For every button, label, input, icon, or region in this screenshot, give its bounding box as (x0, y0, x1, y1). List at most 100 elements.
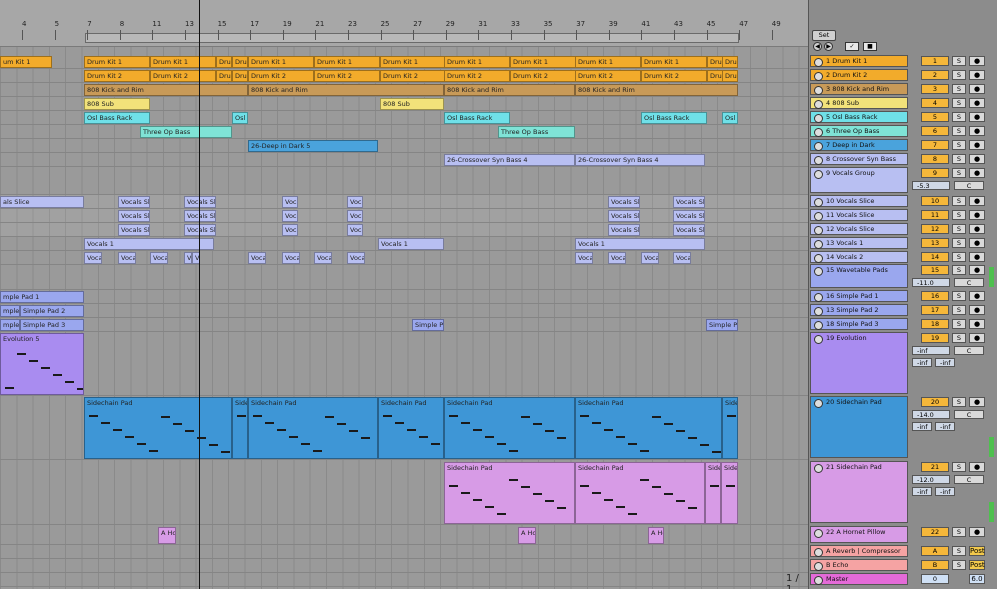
clip[interactable]: Three Op Bass (140, 126, 232, 138)
solo-button[interactable]: S (952, 319, 966, 329)
clip[interactable]: Dru (722, 56, 738, 68)
clip[interactable]: Vocals Sli (673, 210, 705, 222)
solo-button[interactable]: S (952, 84, 966, 94)
clip[interactable]: Drum Kit 2 (380, 70, 446, 82)
clip[interactable]: Voca (282, 252, 300, 264)
fold-toggle-icon[interactable] (814, 212, 823, 221)
track-name[interactable]: 13 Simple Pad 2 (810, 304, 908, 316)
solo-button[interactable]: S (952, 546, 966, 556)
fold-toggle-icon[interactable] (814, 114, 823, 123)
clip[interactable]: Vocals 1 (575, 238, 705, 250)
track-activator[interactable]: 19 (921, 333, 949, 343)
clip[interactable]: Voca (347, 252, 365, 264)
fold-toggle-icon[interactable] (814, 240, 823, 249)
track-name[interactable]: 10 Vocals Slice (810, 195, 908, 207)
track-lane[interactable] (0, 545, 808, 559)
clip[interactable]: Vocals Sli (184, 210, 216, 222)
clip[interactable]: Drum Kit 2 (84, 70, 150, 82)
solo-button[interactable]: S (952, 126, 966, 136)
send-a-field[interactable]: -inf (912, 358, 932, 367)
send-a-field[interactable]: -inf (912, 422, 932, 431)
track-name[interactable]: Master (810, 573, 908, 585)
send-b-field[interactable]: -inf (935, 358, 955, 367)
clip[interactable]: mple Pa (0, 305, 20, 317)
track-lane[interactable] (0, 304, 808, 318)
clip[interactable]: Side (721, 462, 738, 524)
clip[interactable]: Voca (282, 196, 298, 208)
clip[interactable]: Drum Kit 1 (380, 56, 446, 68)
track-activator[interactable]: 18 (921, 319, 949, 329)
clip[interactable]: Voca (150, 252, 168, 264)
arm-button[interactable]: ● (969, 112, 985, 122)
fold-toggle-icon[interactable] (814, 293, 823, 302)
clip[interactable]: um Kit 1 (0, 56, 52, 68)
clip[interactable]: Dru (722, 70, 738, 82)
arm-button[interactable]: ● (969, 291, 985, 301)
track-name[interactable]: 14 Vocals 2 (810, 251, 908, 263)
clip[interactable]: Simple Pad 2 (20, 305, 84, 317)
track-activator[interactable]: 22 (921, 527, 949, 537)
track-activator[interactable]: 16 (921, 291, 949, 301)
track-activator[interactable]: 14 (921, 252, 949, 262)
clip[interactable]: Voca (84, 252, 102, 264)
track-activator[interactable]: 21 (921, 462, 949, 472)
fold-toggle-icon[interactable] (814, 226, 823, 235)
solo-button[interactable]: S (952, 140, 966, 150)
solo-button[interactable]: S (952, 527, 966, 537)
arm-button[interactable]: ● (969, 238, 985, 248)
clip[interactable]: Osl (232, 112, 248, 124)
track-activator[interactable]: 17 (921, 305, 949, 315)
track-activator[interactable]: 9 (921, 168, 949, 178)
track-activator[interactable]: 6 (921, 126, 949, 136)
volume-field[interactable]: -12.0 (912, 475, 950, 484)
track-activator[interactable]: 12 (921, 224, 949, 234)
clip[interactable]: Drum Kit 1 (314, 56, 380, 68)
clip[interactable]: Side (705, 462, 721, 524)
track-name[interactable]: 4 808 Sub (810, 97, 908, 109)
clip[interactable]: Sidechain Pad (248, 397, 378, 459)
fold-toggle-icon[interactable] (814, 170, 823, 179)
track-activator[interactable]: 0 (921, 574, 949, 584)
fold-toggle-icon[interactable] (814, 399, 823, 408)
track-name[interactable]: 19 Evolution (810, 332, 908, 394)
arm-button[interactable]: ● (969, 319, 985, 329)
beat-ruler[interactable]: 4 5 7 8 11 13 15 17 19 21 23 25 27 29 31 33 35 37 39 41 43 45… (0, 0, 808, 47)
pan-field[interactable]: C (954, 475, 984, 484)
track-activator[interactable]: 8 (921, 154, 949, 164)
arm-button[interactable]: ● (969, 462, 985, 472)
clip[interactable]: 808 Sub (380, 98, 444, 110)
solo-button[interactable]: S (952, 265, 966, 275)
pan-field[interactable]: C (954, 346, 984, 355)
output-button[interactable]: Post (969, 546, 985, 556)
solo-button[interactable]: S (952, 462, 966, 472)
fold-toggle-icon[interactable] (814, 128, 823, 137)
solo-button[interactable]: S (952, 168, 966, 178)
clip[interactable]: A Ho (648, 527, 664, 544)
track-lane[interactable] (0, 125, 808, 139)
fold-toggle-icon[interactable] (814, 267, 823, 276)
track-name[interactable]: 3 808 Kick and Rim (810, 83, 908, 95)
arm-button[interactable]: ● (969, 84, 985, 94)
track-activator[interactable]: 3 (921, 84, 949, 94)
clip[interactable]: 808 Kick and Rim (248, 84, 444, 96)
clip[interactable]: Simple Pad 3 (20, 319, 84, 331)
clip[interactable]: Drum Kit 1 (248, 56, 314, 68)
arm-button[interactable]: ● (969, 154, 985, 164)
fold-toggle-icon[interactable] (814, 307, 823, 316)
clip[interactable]: Vocals 1 (84, 238, 214, 250)
arm-button[interactable]: ● (969, 397, 985, 407)
fold-toggle-icon[interactable] (814, 254, 823, 263)
clip[interactable]: Osl (722, 112, 738, 124)
clip[interactable]: Drum Kit 2 (150, 70, 216, 82)
fold-toggle-icon[interactable] (814, 58, 823, 67)
arm-button[interactable]: ● (969, 56, 985, 66)
output-button[interactable]: Post (969, 560, 985, 570)
solo-button[interactable]: S (952, 154, 966, 164)
clip[interactable]: 26-Crossover Syn Bass 4 (575, 154, 705, 166)
back-icon[interactable]: ◀ (813, 42, 822, 51)
track-lane[interactable] (0, 290, 808, 304)
track-name[interactable]: 5 Osl Bass Rack (810, 111, 908, 123)
arm-button[interactable]: ● (969, 333, 985, 343)
clip[interactable]: 808 Sub (84, 98, 150, 110)
track-name[interactable]: 1 Drum Kit 1 (810, 55, 908, 67)
